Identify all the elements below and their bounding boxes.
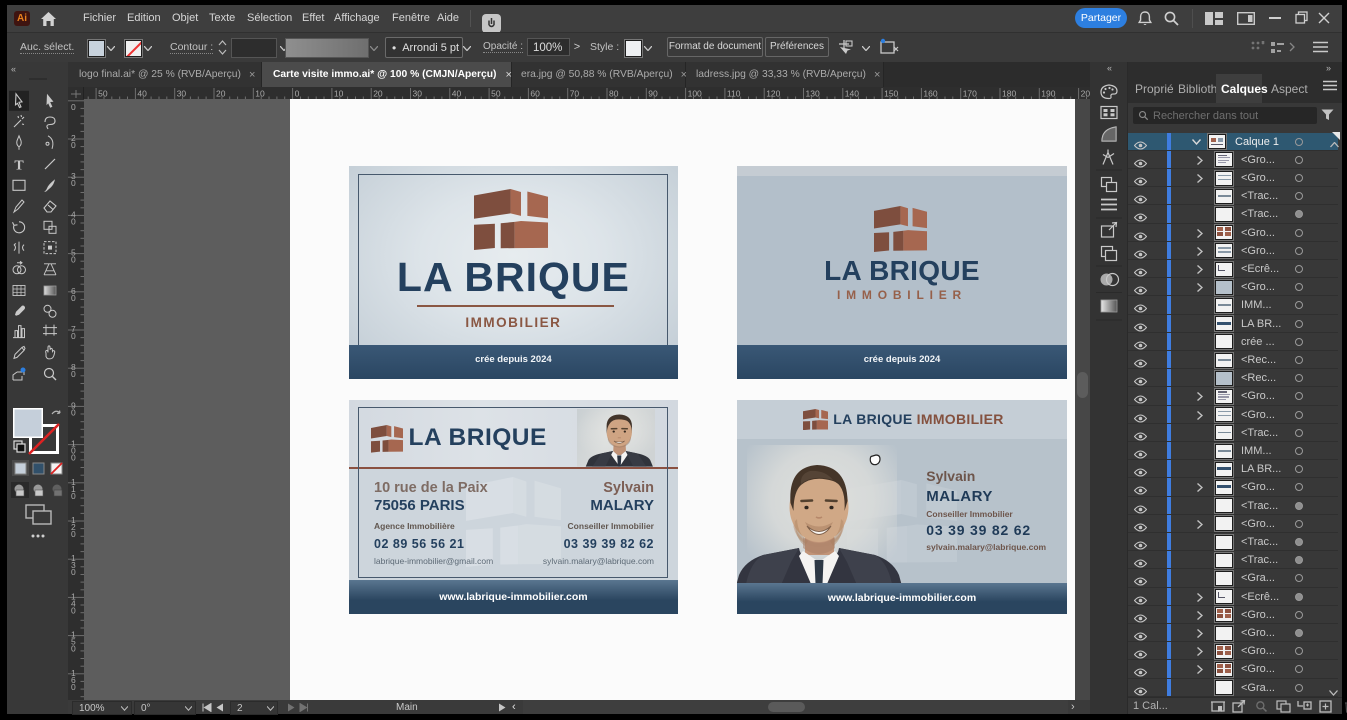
svg-text:40: 40 [452,89,462,99]
svg-text:0: 0 [71,453,76,463]
svg-text:0: 0 [71,216,76,226]
svg-text:0: 0 [71,331,76,341]
svg-text:180: 180 [1002,89,1016,99]
svg-text:0: 0 [71,567,76,577]
svg-text:0: 0 [71,644,76,654]
svg-text:0: 0 [71,140,76,150]
svg-text:200: 200 [1081,89,1090,99]
svg-text:20: 20 [216,89,226,99]
svg-text:«: « [11,64,16,74]
svg-text:0: 0 [71,369,76,379]
svg-text:10: 10 [334,89,344,99]
svg-text:140: 140 [845,89,859,99]
svg-text:T: T [14,159,24,174]
svg-text:50: 50 [491,89,501,99]
svg-text:130: 130 [806,89,820,99]
svg-text:10: 10 [255,89,265,99]
svg-text:150: 150 [884,89,898,99]
svg-text:170: 170 [963,89,977,99]
svg-text:0: 0 [71,178,76,188]
svg-text:80: 80 [609,89,619,99]
svg-text:0: 0 [71,255,76,265]
svg-text:120: 120 [766,89,780,99]
svg-text:110: 110 [727,89,741,99]
svg-text:0: 0 [71,682,76,692]
svg-text:20: 20 [373,89,383,99]
svg-text:30: 30 [177,89,187,99]
svg-text:190: 190 [1041,89,1055,99]
svg-text:90: 90 [648,89,658,99]
svg-text:0: 0 [295,89,300,99]
svg-text:0: 0 [71,491,76,501]
svg-text:50: 50 [98,89,108,99]
svg-text:0: 0 [71,102,76,112]
svg-text:30: 30 [413,89,423,99]
svg-text:0: 0 [71,407,76,417]
svg-text:100: 100 [688,89,702,99]
svg-text:0: 0 [71,605,76,615]
svg-text:40: 40 [137,89,147,99]
svg-text:60: 60 [530,89,540,99]
svg-text:0: 0 [71,293,76,303]
svg-text:0: 0 [71,529,76,539]
svg-text:160: 160 [923,89,937,99]
svg-text:70: 70 [570,89,580,99]
